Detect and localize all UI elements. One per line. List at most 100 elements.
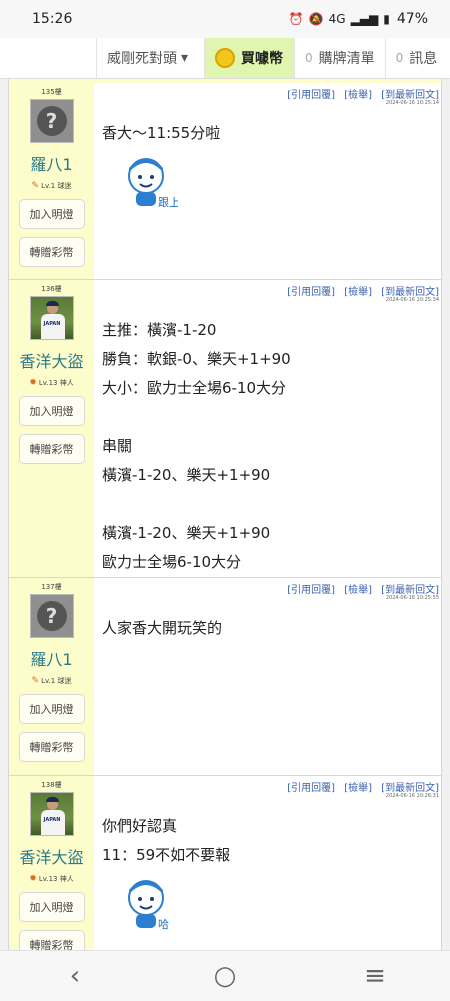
coin-icon — [215, 48, 235, 68]
messages-label: 訊息 — [409, 51, 438, 67]
quote-reply-link[interactable]: [引用回覆] — [287, 585, 335, 596]
add-follow-button[interactable]: 加入明燈 — [18, 892, 85, 922]
gift-coins-button[interactable]: 轉贈彩幣 — [18, 434, 85, 464]
add-follow-button[interactable]: 加入明燈 — [18, 396, 85, 426]
post-text-line: 你們好認真 — [102, 817, 178, 835]
gift-coins-button[interactable]: 轉贈彩幣 — [18, 732, 85, 762]
avatar[interactable]: ? — [29, 99, 74, 143]
post-body: [引用回覆] [檢舉] [到最新回文] 2024-06-16 10:25:14 … — [94, 83, 441, 279]
post-timestamp: 2024-06-16 10:25:55 — [385, 595, 439, 601]
post: 136樓 JAPAN 香洋大盜 ✹ Lv.13 神人 加入明燈 轉贈彩幣 [引用… — [8, 280, 442, 578]
add-follow-button[interactable]: 加入明燈 — [18, 694, 85, 724]
report-link[interactable]: [檢舉] — [344, 783, 372, 794]
quote-reply-link[interactable]: [引用回覆] — [287, 783, 335, 794]
user-level: ✎ Lv.1 球迷 — [32, 676, 72, 686]
username[interactable]: 香洋大盜 — [19, 844, 83, 868]
cart-count: 0 — [305, 51, 313, 65]
post-text-line — [94, 490, 441, 519]
signal-icon: ▂▄▆ — [350, 12, 379, 26]
report-link[interactable]: [檢舉] — [344, 287, 372, 298]
post-actions: [引用回覆] [檢舉] [到最新回文] — [281, 86, 439, 101]
author-panel: 137樓 ? 羅八1 ✎ Lv.1 球迷 加入明燈 轉贈彩幣 — [9, 578, 94, 775]
post-text-line — [94, 403, 441, 432]
user-level-label: Lv.13 神人 — [38, 379, 74, 387]
user-level-label: Lv.1 球迷 — [41, 677, 72, 685]
post-body: [引用回覆] [檢舉] [到最新回文] 2024-06-16 10:25:34 … — [94, 280, 441, 577]
post-text-line: 主推：橫濱-1-20 — [102, 321, 217, 339]
network-label: 4G — [328, 12, 346, 26]
messages-count: 0 — [395, 51, 404, 65]
post-timestamp: 2024-06-16 10:25:34 — [385, 297, 439, 303]
post: 137樓 ? 羅八1 ✎ Lv.1 球迷 加入明燈 轉贈彩幣 [引用回覆] [檢… — [8, 578, 442, 776]
avatar[interactable]: ? — [29, 594, 74, 638]
buy-coins-label: 買噱幣 — [241, 51, 283, 67]
pencil-icon: ✎ — [31, 181, 40, 191]
post-text-line: 串關 — [102, 437, 133, 455]
report-link[interactable]: [檢舉] — [344, 585, 372, 596]
avatar[interactable]: JAPAN — [29, 792, 74, 836]
user-level-label: Lv.13 神人 — [38, 875, 74, 883]
battery-icon: ▮ — [383, 12, 390, 26]
status-icons: ⏰ 🔕 4G ▂▄▆ ▮ 47% — [289, 11, 428, 27]
post-text-line: 橫濱-1-20、樂天+1+90 — [102, 524, 271, 542]
post-actions: [引用回覆] [檢舉] [到最新回文] — [281, 581, 439, 596]
home-icon[interactable]: ○ — [195, 961, 255, 991]
sticker-text: 跟上 — [158, 196, 178, 209]
user-level: ✹ Lv.13 神人 — [29, 378, 73, 388]
author-panel: 138樓 JAPAN 香洋大盜 ✹ Lv.13 神人 加入明燈 轉贈彩幣 — [9, 776, 94, 950]
author-panel: 136樓 JAPAN 香洋大盜 ✹ Lv.13 神人 加入明燈 轉贈彩幣 — [9, 280, 94, 577]
floor-number: 138樓 — [41, 781, 62, 789]
post-text-line: 大小：歐力士全場6-10大分 — [102, 379, 287, 397]
pencil-icon: ✎ — [31, 676, 40, 686]
star-badge-icon: ✹ — [29, 874, 37, 884]
post-list: 135樓 ? 羅八1 ✎ Lv.1 球迷 加入明燈 轉贈彩幣 [引用回覆] [檢… — [0, 79, 450, 950]
back-icon[interactable]: ‹ — [45, 961, 105, 991]
top-nav: 威剛死對頭 ▾ 買噱幣 0 購牌清單 0 訊息 — [0, 38, 450, 79]
post-text-line: 歐力士全場6-10大分 — [102, 553, 242, 571]
alarm-icon: ⏰ — [288, 12, 304, 26]
user-menu-dropdown[interactable]: 威剛死對頭 ▾ — [96, 38, 204, 78]
status-time: 15:26 — [32, 11, 73, 27]
mascot-sticker: 跟上 — [128, 158, 180, 209]
avatar[interactable]: JAPAN — [29, 296, 74, 340]
gift-coins-button[interactable]: 轉贈彩幣 — [18, 930, 85, 950]
username[interactable]: 香洋大盜 — [19, 348, 83, 372]
buy-coins-button[interactable]: 買噱幣 — [204, 38, 294, 78]
floor-number: 135樓 — [41, 88, 62, 96]
cart-label: 購牌清單 — [318, 51, 375, 67]
add-follow-button[interactable]: 加入明燈 — [18, 199, 85, 229]
username[interactable]: 羅八1 — [30, 151, 72, 175]
post-text-line: 香大〜11:55分啦 — [102, 124, 221, 142]
cart-button[interactable]: 0 購牌清單 — [294, 38, 385, 78]
floor-number: 136樓 — [41, 285, 62, 293]
quote-reply-link[interactable]: [引用回覆] — [287, 287, 335, 298]
post-text-line: 人家香大開玩笑的 — [102, 619, 223, 637]
post: 138樓 JAPAN 香洋大盜 ✹ Lv.13 神人 加入明燈 轉贈彩幣 [引用… — [8, 776, 442, 950]
recents-icon[interactable]: ≡ — [345, 961, 405, 991]
user-level: ✎ Lv.1 球迷 — [32, 181, 72, 191]
user-level-label: Lv.1 球迷 — [41, 182, 72, 190]
gift-coins-button[interactable]: 轉贈彩幣 — [18, 237, 85, 267]
caret-down-icon: ▾ — [181, 50, 189, 66]
status-bar: 15:26 ⏰ 🔕 4G ▂▄▆ ▮ 47% — [0, 0, 450, 38]
battery-percent: 47% — [396, 11, 428, 27]
messages-button[interactable]: 0 訊息 — [384, 38, 450, 78]
post-body: [引用回覆] [檢舉] [到最新回文] 2024-06-16 10:26:31 … — [94, 776, 441, 950]
report-link[interactable]: [檢舉] — [344, 90, 372, 101]
post-body: [引用回覆] [檢舉] [到最新回文] 2024-06-16 10:25:55 … — [94, 578, 441, 775]
post-actions: [引用回覆] [檢舉] [到最新回文] — [281, 283, 439, 298]
post: 135樓 ? 羅八1 ✎ Lv.1 球迷 加入明燈 轉贈彩幣 [引用回覆] [檢… — [8, 83, 442, 280]
quote-reply-link[interactable]: [引用回覆] — [287, 90, 335, 101]
user-menu-label: 威剛死對頭 — [107, 51, 177, 67]
mascot-sticker: 哈 — [128, 880, 169, 931]
post-text-line: 勝負：軟銀-0、樂天+1+90 — [102, 350, 291, 368]
author-panel: 135樓 ? 羅八1 ✎ Lv.1 球迷 加入明燈 轉贈彩幣 — [9, 83, 94, 279]
sticker-text: 哈 — [158, 918, 169, 931]
star-badge-icon: ✹ — [29, 378, 37, 388]
floor-number: 137樓 — [41, 583, 62, 591]
username[interactable]: 羅八1 — [30, 646, 72, 670]
post-text-line: 11：59不如不要報 — [102, 846, 231, 864]
post-actions: [引用回覆] [檢舉] [到最新回文] — [281, 779, 439, 794]
post-timestamp: 2024-06-16 10:26:31 — [385, 793, 439, 799]
post-text-line: 橫濱-1-20、樂天+1+90 — [102, 466, 271, 484]
